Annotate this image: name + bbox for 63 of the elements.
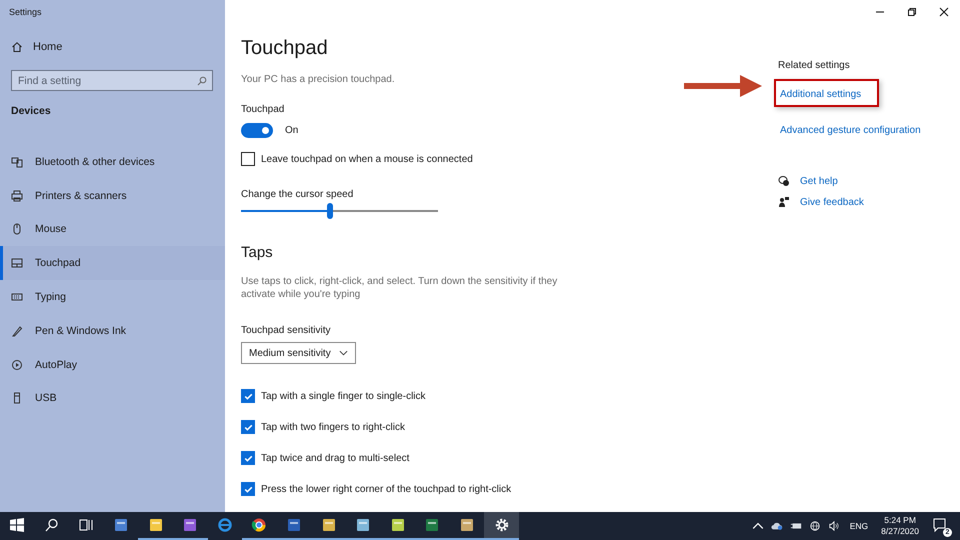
printer-icon	[11, 190, 23, 202]
nav-item[interactable]: Printers & scanners	[0, 178, 225, 213]
description-text: Use taps to click, right-click, and select. Turn down the sensitivity if they activate while you're typing	[241, 275, 558, 301]
clock-date[interactable]: 8/27/2020	[881, 526, 919, 537]
window-title: Settings	[8, 6, 43, 19]
help-link[interactable]: Give feedback	[800, 196, 864, 208]
nav-item[interactable]: AutoPlay	[0, 348, 225, 382]
battery-icon[interactable]	[790, 521, 802, 531]
slider-thumb[interactable]	[326, 203, 333, 219]
toggle-label: Touchpad	[241, 104, 286, 115]
mouse-icon	[11, 223, 23, 236]
nav-item[interactable]: Pen & Windows Ink	[0, 314, 225, 348]
checkbox[interactable]	[241, 420, 255, 434]
checkbox[interactable]	[241, 389, 255, 403]
sensitivity-dropdown[interactable]: Medium sensitivity	[241, 342, 356, 364]
dropdown-label: Touchpad sensitivity	[241, 325, 332, 336]
section-heading: Devices	[10, 104, 52, 119]
chevron-icon	[338, 350, 348, 356]
nav-item[interactable]: Mouse	[0, 212, 225, 246]
language-indicator[interactable]: ENG	[850, 521, 868, 531]
help-link[interactable]: Get help	[800, 176, 838, 186]
checkbox-label: Press the lower right corner of the touchpad to right-click	[261, 484, 512, 494]
checkbox-label: Tap with a single finger to single-click	[261, 390, 426, 402]
gear-taskbar-icon[interactable]	[484, 512, 519, 540]
globe-icon[interactable]	[808, 521, 821, 531]
home-link[interactable]: Home	[0, 34, 225, 60]
devices-icon	[11, 156, 23, 168]
chevron-up-icon[interactable]	[752, 521, 764, 531]
section-heading: Taps	[241, 244, 274, 261]
nav-item[interactable]: USB	[0, 382, 225, 416]
maximize-button[interactable]	[907, 7, 917, 17]
chat-bubble-icon	[778, 175, 790, 187]
cursor-speed-slider[interactable]	[241, 203, 438, 219]
speaker-icon[interactable]	[828, 521, 840, 531]
touchpad-icon	[11, 257, 23, 270]
nav-item[interactable]: Typing	[0, 280, 225, 314]
checkbox[interactable]	[241, 152, 255, 166]
page-title: Touchpad	[241, 37, 329, 60]
checkbox[interactable]	[241, 451, 255, 465]
home-icon	[11, 41, 23, 53]
settings-link[interactable]: Additional settings	[780, 89, 862, 100]
settings-link[interactable]: Advanced gesture configuration	[780, 125, 921, 136]
clock-time[interactable]: 5:24 PM	[884, 515, 916, 526]
related-heading: Related settings	[778, 60, 851, 71]
toggle-switch[interactable]	[241, 123, 273, 138]
person-icon	[778, 196, 790, 208]
search-field[interactable]: Find a setting	[11, 70, 213, 91]
checkbox[interactable]	[241, 482, 255, 496]
slider-label: Change the cursor speed	[241, 189, 354, 200]
usb-icon	[11, 392, 23, 404]
nav-item[interactable]: Touchpad	[0, 246, 225, 280]
autoplay-icon	[11, 358, 23, 371]
search-icon	[197, 76, 207, 86]
checkbox-label: Leave touchpad on when a mouse is connected	[261, 154, 473, 164]
nav-item[interactable]: Bluetooth & other devices	[0, 145, 225, 179]
pen-icon	[11, 324, 23, 337]
close-button[interactable]	[939, 7, 949, 17]
keyboard-icon	[11, 291, 23, 304]
toggle-state: On	[285, 125, 298, 136]
cloud-icon[interactable]	[770, 521, 783, 531]
checkbox-label: Tap with two fingers to right-click	[261, 422, 405, 432]
subtitle-text: Your PC has a precision touchpad.	[241, 74, 396, 85]
checkbox-label: Tap twice and drag to multi-select	[261, 452, 410, 464]
